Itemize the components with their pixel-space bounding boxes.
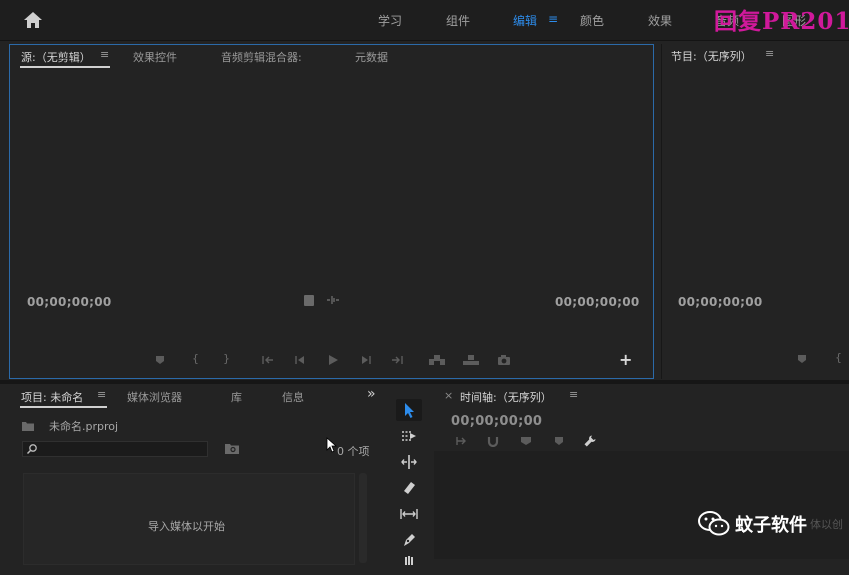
new-bin-search-icon[interactable] (224, 442, 240, 458)
panels-overflow-icon[interactable]: » (367, 386, 376, 402)
tab-effect-controls[interactable]: 效果控件 (133, 49, 177, 65)
mouse-cursor-icon (326, 437, 338, 456)
razor-tool-icon[interactable] (396, 477, 422, 499)
tab-audio-clip-mixer[interactable]: 音频剪辑混合器: (221, 49, 302, 65)
source-timecode-duration: 00;00;00;00 (555, 295, 640, 309)
wechat-icon (697, 509, 731, 542)
timeline-timecode[interactable]: 00;00;00;00 (451, 414, 542, 429)
project-panel: 项目: 未命名 ≡ 媒体浏览器 库 信息 » 未命名.prproj 0 个项 导… (9, 385, 384, 565)
step-back-icon[interactable] (294, 354, 306, 366)
go-to-in-icon[interactable] (261, 354, 275, 366)
wechat-badge: 蚊子软件 (695, 507, 849, 541)
selection-tool-icon[interactable] (396, 399, 422, 421)
workspace-menu-icon[interactable]: ≡ (548, 12, 558, 26)
drop-frame-icon[interactable] (304, 295, 314, 306)
pen-tool-icon[interactable] (396, 529, 422, 551)
track-select-tool-icon[interactable] (396, 425, 422, 447)
workspace-tab-effects[interactable]: 效果 (648, 12, 672, 29)
add-marker-icon[interactable] (796, 353, 808, 365)
close-tab-icon[interactable]: × (444, 389, 453, 402)
item-count: 0 个项 (337, 445, 370, 458)
panel-menu-icon[interactable]: ≡ (569, 388, 578, 401)
watermark-text: 回复PR201 (714, 8, 849, 35)
tab-info[interactable]: 信息 (282, 389, 304, 405)
tab-source[interactable]: 源:（无剪辑） (21, 49, 91, 65)
add-marker-icon[interactable] (554, 435, 564, 447)
active-tab-underline (20, 66, 110, 68)
nest-sequence-icon[interactable] (454, 435, 468, 447)
tools-panel (388, 385, 430, 565)
go-to-out-icon[interactable] (390, 354, 404, 366)
source-monitor-panel: 源:（无剪辑） ≡ 效果控件 音频剪辑混合器: 元数据 00;00;00;00 … (9, 44, 654, 379)
add-button-icon[interactable]: + (619, 350, 632, 369)
project-filename: 未命名.prproj (49, 420, 119, 433)
project-file-icon (21, 420, 35, 435)
tab-libraries[interactable]: 库 (231, 389, 242, 405)
step-forward-icon[interactable] (360, 354, 372, 366)
program-monitor-panel: 节目:（无序列） ≡ 00;00;00;00 { (661, 44, 849, 379)
ripple-edit-tool-icon[interactable] (396, 451, 422, 473)
search-input[interactable] (22, 441, 208, 457)
tab-metadata[interactable]: 元数据 (355, 49, 388, 65)
search-icon (26, 443, 38, 458)
hand-tool-icon[interactable] (396, 553, 422, 575)
slip-tool-icon[interactable] (396, 503, 422, 525)
panel-menu-icon[interactable]: ≡ (765, 47, 774, 60)
tab-media-browser[interactable]: 媒体浏览器 (127, 389, 182, 405)
workspace-tab-assembly[interactable]: 组件 (446, 12, 470, 29)
workspace-tab-editing[interactable]: 编辑 (513, 12, 537, 29)
scrollbar[interactable] (359, 473, 367, 563)
home-icon[interactable] (22, 10, 44, 30)
program-timecode[interactable]: 00;00;00;00 (678, 295, 763, 309)
mark-in-icon[interactable]: { (192, 352, 199, 365)
linked-selection-icon[interactable] (519, 435, 533, 447)
workspace-tab-learn[interactable]: 学习 (378, 12, 402, 29)
search-field-wrapper (22, 441, 208, 457)
mark-out-icon[interactable]: } (223, 352, 230, 365)
panel-menu-icon[interactable]: ≡ (100, 48, 109, 61)
mark-in-icon[interactable]: { (835, 351, 842, 364)
workspace-header: 学习 组件 编辑 ≡ 颜色 效果 音频 图形 回复PR201 (0, 0, 849, 41)
overwrite-icon[interactable] (462, 354, 480, 366)
import-hint: 导入媒体以开始 (148, 520, 225, 533)
tab-timeline[interactable]: 时间轴:（无序列） (460, 389, 552, 405)
wrench-icon[interactable] (583, 434, 597, 451)
workspace-tab-color[interactable]: 颜色 (580, 12, 604, 29)
active-tab-underline (20, 406, 107, 408)
source-timecode-current[interactable]: 00;00;00;00 (27, 295, 112, 309)
add-marker-icon[interactable] (154, 354, 166, 366)
tab-program[interactable]: 节目:（无序列） (671, 48, 752, 64)
media-drop-area[interactable]: 导入媒体以开始 (23, 473, 355, 565)
wechat-account-name: 蚊子软件 (735, 515, 807, 536)
waveform-icon[interactable] (326, 294, 340, 306)
export-frame-icon[interactable] (497, 354, 511, 366)
panel-divider[interactable] (0, 380, 849, 384)
insert-icon[interactable] (428, 354, 446, 366)
snap-icon[interactable] (487, 435, 499, 447)
play-icon[interactable] (327, 354, 339, 366)
timeline-track-area[interactable]: 体以创 (434, 451, 849, 559)
panel-menu-icon[interactable]: ≡ (97, 388, 106, 401)
tab-project[interactable]: 项目: 未命名 (21, 389, 83, 405)
